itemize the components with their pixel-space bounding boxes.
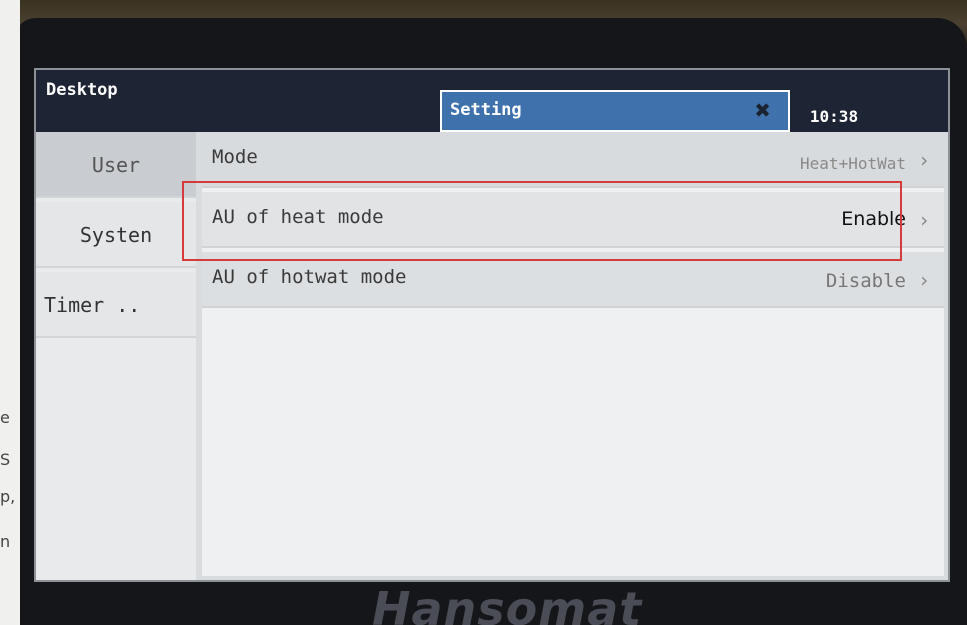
sidebar-item-system[interactable]: Systen bbox=[36, 202, 196, 268]
sidebar-item-timer[interactable]: Timer .. bbox=[36, 272, 196, 338]
sidebar: User Systen Timer .. bbox=[36, 132, 196, 580]
setting-value: Disable bbox=[825, 270, 906, 292]
close-icon[interactable]: ✖ bbox=[750, 98, 776, 124]
left-strip-fragment: S bbox=[0, 450, 11, 469]
left-strip-fragment: n bbox=[0, 532, 11, 551]
left-strip-fragment: e bbox=[0, 408, 10, 427]
setting-label: Mode bbox=[212, 146, 258, 168]
top-bar: Desktop Setting ✖ 10:38 bbox=[36, 70, 948, 132]
clock: 10:38 bbox=[809, 107, 859, 126]
setting-window-tab[interactable]: Setting ✖ bbox=[440, 90, 790, 132]
setting-label: AU of hotwat mode bbox=[212, 266, 407, 288]
sidebar-item-user[interactable]: User bbox=[36, 132, 196, 198]
setting-row-mode[interactable]: Mode Heat+HotWat › bbox=[202, 132, 944, 188]
brand-logo: Hansomat bbox=[372, 582, 643, 625]
left-strip-fragment: p, bbox=[0, 487, 16, 506]
device-screen: Desktop Setting ✖ 10:38 User Systen Time… bbox=[34, 68, 950, 582]
highlight-box bbox=[182, 181, 902, 261]
chevron-right-icon: › bbox=[917, 208, 930, 232]
chevron-right-icon: › bbox=[917, 268, 930, 292]
setting-title: Setting bbox=[450, 100, 522, 120]
setting-value: Heat+HotWat bbox=[800, 154, 906, 173]
desktop-tab[interactable]: Desktop bbox=[46, 80, 118, 100]
chevron-right-icon: › bbox=[917, 148, 930, 172]
background-document-strip: e S p, n bbox=[0, 0, 20, 625]
